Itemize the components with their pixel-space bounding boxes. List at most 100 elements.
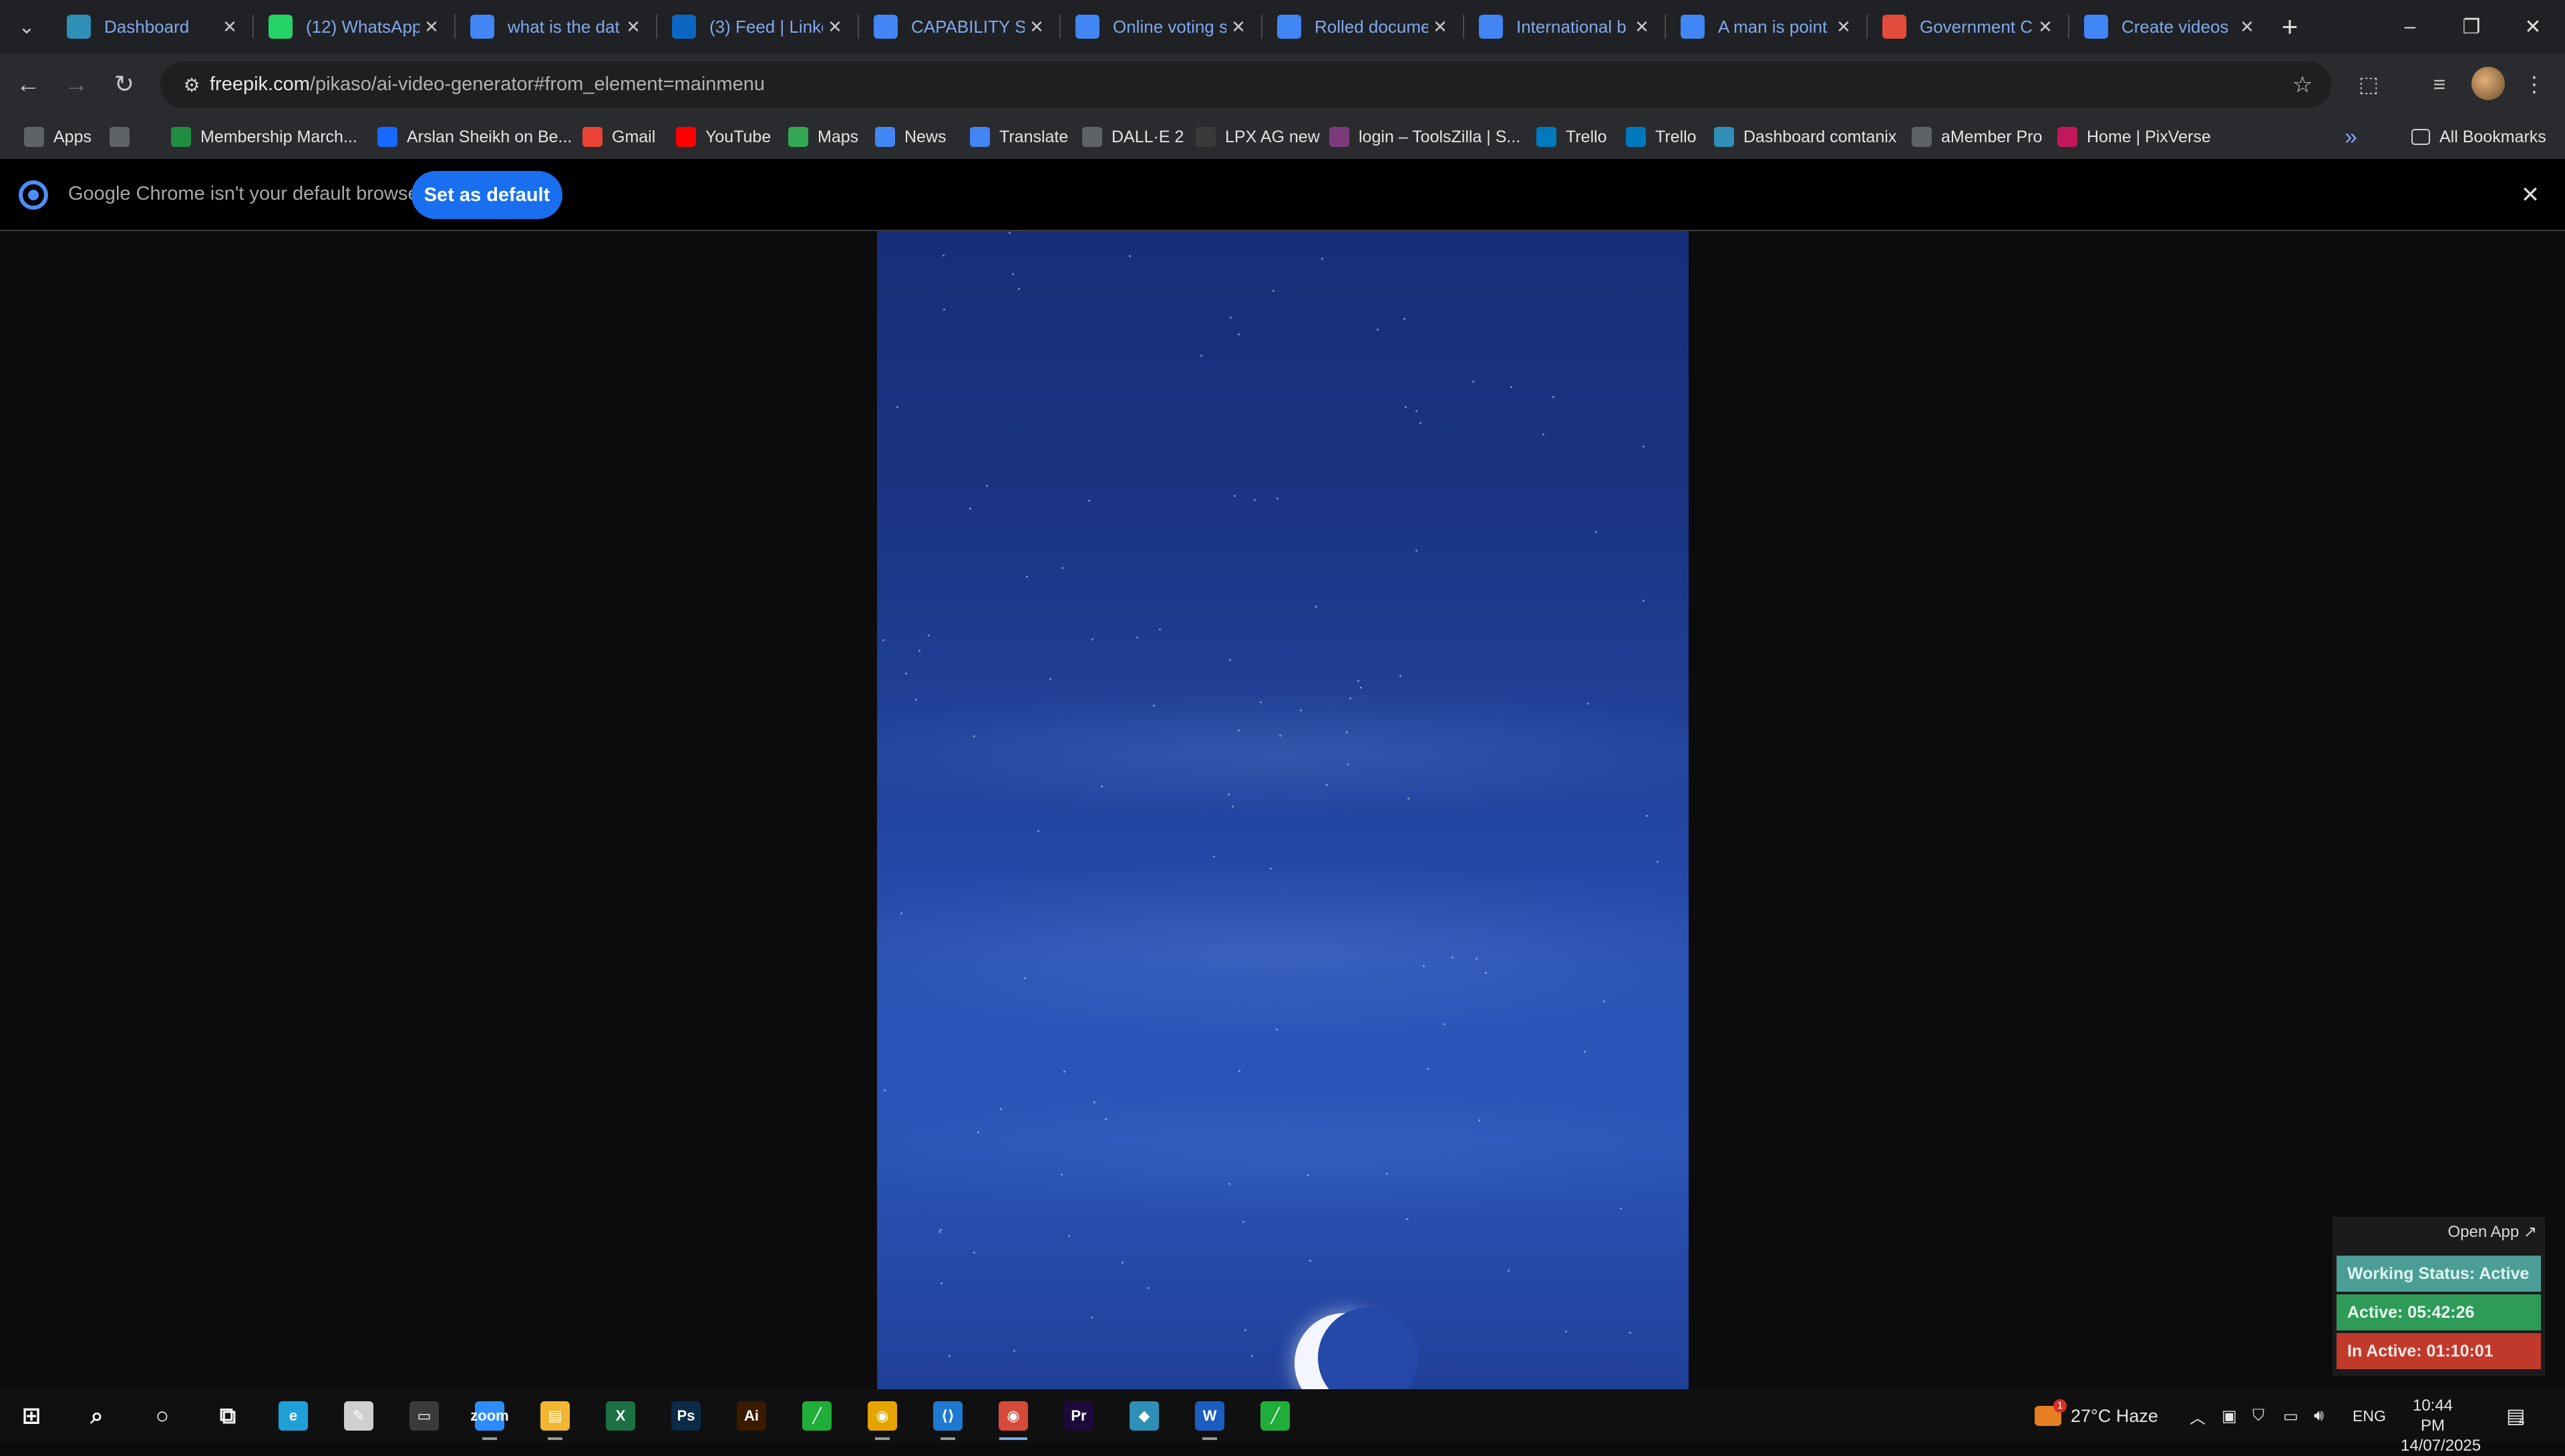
greenapp-taskbar-icon[interactable]: ╱ [795,1396,839,1436]
bookmark-item[interactable]: Gmail [582,122,655,152]
notifications-icon[interactable]: ▤ 4 [2506,1403,2525,1429]
bookmark-item[interactable]: DALL·E 2 [1082,122,1184,152]
file-explorer-taskbar-icon[interactable]: ▤ [533,1396,577,1440]
tray-overflow-icon[interactable]: ︿ [2190,1403,2206,1429]
site-info-icon[interactable]: ⚙ [178,71,206,99]
address-bar[interactable]: ⚙ freepik.com/pikaso/ai-video-generator#… [160,61,2331,108]
network-icon[interactable]: ▭ [2283,1403,2298,1429]
tab[interactable]: (12) WhatsApp ✕ [255,5,453,48]
new-tab-button[interactable]: + [2271,9,2308,44]
start-taskbar-icon[interactable]: ⊞ [9,1396,53,1436]
forward-button[interactable]: → [57,65,95,103]
language-indicator[interactable]: ENG [2353,1403,2386,1429]
volume-icon[interactable]: 🔊︎ [2314,1403,2324,1429]
restore-button[interactable]: ❐ [2441,0,2502,53]
bookmark-item[interactable]: login – ToolsZilla | S... [1329,122,1520,152]
tab-close-icon[interactable]: ✕ [1832,15,1856,39]
tab[interactable]: A man is point ✕ [1667,5,1865,48]
minimize-button[interactable]: – [2379,0,2441,53]
bookmark-item[interactable]: News [875,122,947,152]
task-view-taskbar-icon[interactable]: ⧉ [206,1396,250,1436]
weather-widget[interactable]: 1 27°C Haze [2035,1399,2158,1429]
tab[interactable]: Government C ✕ [1869,5,2067,48]
tab[interactable]: Rolled docume ✕ [1264,5,1462,48]
tab[interactable]: what is the dat ✕ [457,5,655,48]
tray-security-icon[interactable]: ⛉ [2252,1403,2264,1429]
all-bookmarks-button[interactable]: All Bookmarks [2411,122,2546,152]
extensions-icon[interactable]: ⬚ [2350,65,2387,103]
bookmark-item[interactable]: Maps [788,122,858,152]
bookmark-item[interactable]: Membership March... [171,122,357,152]
word-taskbar-icon[interactable]: W [1188,1396,1232,1440]
bookmark-item[interactable]: aMember Pro [1912,122,2042,152]
star-dot [1200,355,1202,357]
url-text[interactable]: freepik.com/pikaso/ai-video-generator#fr… [210,73,765,96]
bookmarks-bar: Apps Membership March... Arslan Sheikh on … [0,115,2565,159]
search-taskbar-icon[interactable]: ⌕ [75,1396,119,1436]
bookmark-item[interactable]: Trello [1626,122,1697,152]
terminal-taskbar-icon[interactable]: ▭ [402,1396,446,1436]
tab-close-icon[interactable]: ✕ [1226,15,1250,39]
pen-taskbar-icon[interactable]: ✎ [337,1396,381,1436]
tab[interactable]: (3) Feed | Linke ✕ [659,5,856,48]
reload-button[interactable]: ↻ [106,65,143,103]
video-preview[interactable] [877,231,1689,1389]
tab-close-icon[interactable]: ✕ [823,15,847,39]
tab-close-icon[interactable]: ✕ [1630,15,1654,39]
illustrator-taskbar-icon[interactable]: Ai [729,1396,774,1436]
back-button[interactable]: ← [9,65,47,103]
doc-icon [874,15,898,39]
bookmark-item[interactable]: Apps [24,122,92,152]
chrome-taskbar-icon[interactable]: ◉ [860,1396,904,1440]
bookmark-item[interactable]: LPX AG new [1196,122,1320,152]
bookmark-item[interactable]: Dashboard comtanix [1714,122,1896,152]
profile-avatar[interactable] [2471,67,2505,100]
star-dot [1260,701,1262,703]
tab[interactable]: International b ✕ [1466,5,1663,48]
media-controls-icon[interactable]: ≡ [2421,65,2458,103]
tab-close-icon[interactable]: ✕ [621,15,645,39]
greenapp-2-taskbar-icon[interactable]: ╱ [1253,1396,1297,1436]
bookmark-item[interactable]: Arslan Sheikh on Be... [377,122,572,152]
cortana-taskbar-icon[interactable]: ○ [140,1396,184,1436]
dashboard-app-taskbar-icon[interactable]: ◆ [1122,1396,1166,1436]
bookmarks-overflow-button[interactable]: » [2345,122,2357,152]
set-as-default-button[interactable]: Set as default [411,171,562,219]
tab-close-icon[interactable]: ✕ [2033,15,2057,39]
excel-taskbar-icon[interactable]: X [598,1396,643,1436]
bookmark-item[interactable]: Trello [1536,122,1607,152]
tab[interactable]: CAPABILITY ST ✕ [860,5,1058,48]
inactive-time-bar: In Active: 01:10:01 [2337,1333,2541,1369]
zoom-taskbar-icon[interactable]: zoom [468,1396,512,1440]
menu-kebab-icon[interactable]: ⋮ [2516,65,2553,103]
tab-search-chevron-icon[interactable]: ⌄ [5,9,48,44]
tab[interactable]: Dashboard ✕ [53,5,251,48]
vscode-taskbar-icon[interactable]: ⟨⟩ [926,1396,970,1440]
bookmark-label: LPX AG new [1225,127,1320,146]
tab-close-icon[interactable]: ✕ [419,15,444,39]
bookmark-item[interactable]: Home | PixVerse [2057,122,2211,152]
tab[interactable]: Create videos ✕ [2071,5,2268,48]
tab-close-icon[interactable]: ✕ [2235,15,2259,39]
tab-close-icon[interactable]: ✕ [1428,15,1452,39]
edge-taskbar-icon[interactable]: e [271,1396,315,1436]
bookmark-star-icon[interactable]: ☆ [2287,69,2318,100]
tab-close-icon[interactable]: ✕ [218,15,242,39]
infobar-close-icon[interactable]: ✕ [2516,180,2545,210]
system-clock[interactable]: 10:44 PM 14/07/2025 [2401,1396,2481,1456]
star-dot [1407,797,1409,799]
bookmark-item[interactable]: Translate [970,122,1068,152]
tab-close-icon[interactable]: ✕ [1025,15,1049,39]
tab[interactable]: Online voting s ✕ [1062,5,1260,48]
close-window-button[interactable]: ✕ [2502,0,2564,53]
premiere-taskbar-icon[interactable]: Pr [1057,1396,1101,1436]
working-status-bar: Working Status: Active [2337,1256,2541,1292]
photoshop-taskbar-icon[interactable]: Ps [664,1396,708,1436]
pen-icon: ✎ [344,1401,373,1431]
tray-app-icon[interactable]: ▣ [2222,1403,2237,1429]
bookmark-item[interactable]: YouTube [676,122,771,152]
open-app-link[interactable]: Open App ↗ [2447,1222,2537,1242]
chrome-active-taskbar-icon[interactable]: ◉ [991,1396,1035,1440]
bookmark-item[interactable] [110,122,139,152]
chrome-icon: ◉ [868,1401,897,1431]
